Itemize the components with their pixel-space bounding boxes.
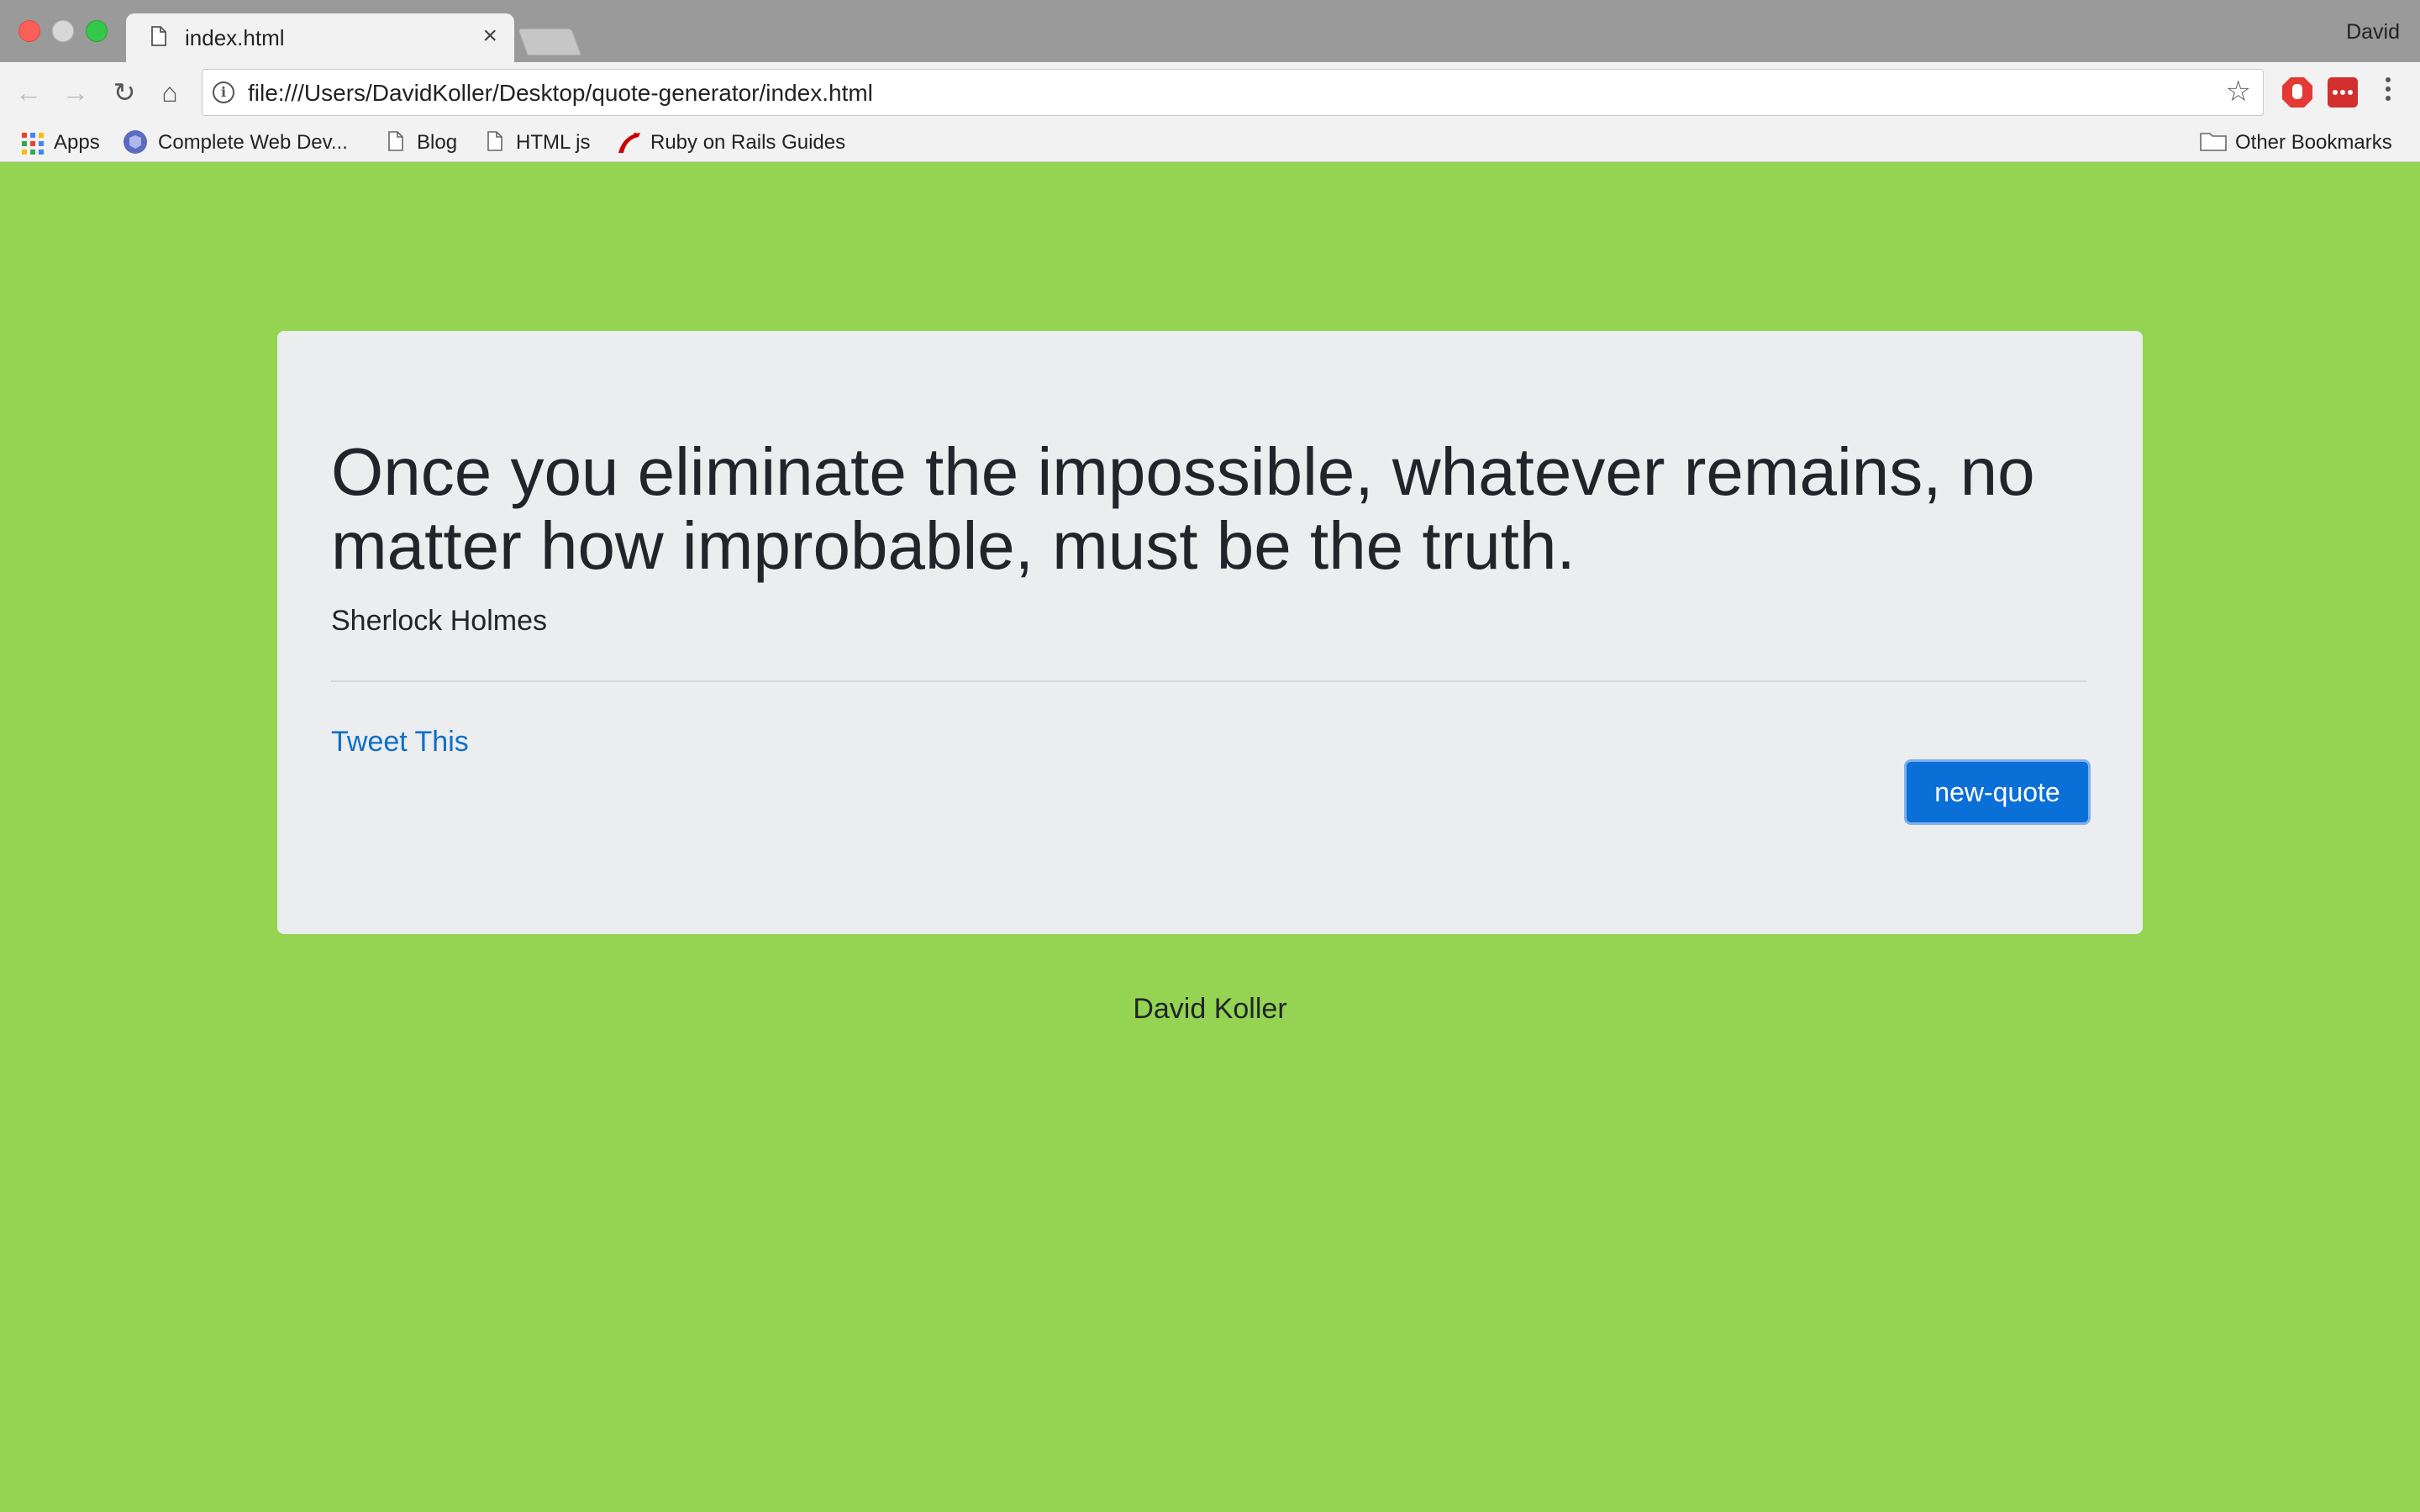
site-info-icon[interactable]: i bbox=[213, 81, 234, 103]
bookmark-label: Blog bbox=[417, 131, 458, 154]
divider bbox=[331, 680, 2087, 682]
quote-card: Once you eliminate the impossible, whate… bbox=[277, 331, 2143, 934]
quote-author: Sherlock Holmes bbox=[331, 605, 547, 637]
browser-titlebar: index.html × David bbox=[0, 0, 2420, 62]
folder-icon bbox=[2200, 133, 2227, 151]
forward-arrow-icon[interactable]: → bbox=[59, 76, 92, 109]
tab-index-html[interactable]: index.html × bbox=[126, 13, 514, 62]
back-arrow-icon[interactable]: ← bbox=[12, 76, 45, 109]
url-text[interactable]: file:///Users/DavidKoller/Desktop/quote-… bbox=[248, 80, 873, 107]
bookmark-label: Ruby on Rails Guides bbox=[650, 131, 846, 154]
reload-icon[interactable]: ↻ bbox=[108, 76, 141, 109]
minimize-window-button[interactable] bbox=[52, 20, 74, 42]
footer-author: David Koller bbox=[1133, 993, 1287, 1025]
bookmark-apps[interactable]: Apps bbox=[22, 126, 106, 156]
bookmark-blog[interactable]: Blog bbox=[388, 126, 464, 156]
browser-toolbar: ← → ↻ ⌂ i file:///Users/DavidKoller/Desk… bbox=[0, 62, 2420, 123]
lastpass-extension-icon[interactable] bbox=[2328, 77, 2358, 108]
bookmark-star-icon[interactable]: ☆ bbox=[2226, 75, 2251, 108]
bookmarks-bar: Apps Complete Web Dev... Blog HTML js Ru… bbox=[0, 123, 2420, 162]
new-quote-button[interactable]: new-quote bbox=[1904, 759, 2091, 825]
bookmark-label: HTML js bbox=[516, 131, 591, 154]
home-icon[interactable]: ⌂ bbox=[153, 76, 187, 109]
tab-title: index.html bbox=[185, 25, 285, 50]
more-menu-icon[interactable] bbox=[2383, 77, 2393, 108]
course-icon bbox=[124, 130, 147, 154]
bookmark-label: Complete Web Dev... bbox=[158, 131, 348, 154]
apps-grid-icon bbox=[22, 133, 44, 155]
page-icon bbox=[388, 131, 403, 151]
address-bar[interactable]: i file:///Users/DavidKoller/Desktop/quot… bbox=[202, 69, 2264, 116]
page-icon bbox=[487, 131, 502, 151]
bookmark-label: Apps bbox=[54, 131, 100, 154]
tweet-this-link[interactable]: Tweet This bbox=[331, 726, 469, 759]
stop-extension-icon[interactable] bbox=[2281, 76, 2314, 109]
new-tab-button[interactable] bbox=[518, 29, 581, 55]
profile-name[interactable]: David bbox=[2346, 20, 2400, 45]
zoom-window-button[interactable] bbox=[86, 20, 108, 42]
document-icon bbox=[151, 26, 166, 46]
close-window-button[interactable] bbox=[18, 20, 40, 42]
other-bookmarks-label: Other Bookmarks bbox=[2235, 131, 2392, 154]
quote-text: Once you eliminate the impossible, whate… bbox=[331, 434, 2035, 583]
rails-icon bbox=[618, 133, 640, 153]
bookmark-html-js[interactable]: HTML js bbox=[487, 126, 597, 156]
other-bookmarks[interactable]: Other Bookmarks bbox=[2200, 126, 2410, 156]
tab-close-icon[interactable]: × bbox=[482, 22, 497, 50]
bookmark-ruby-on-rails-guides[interactable]: Ruby on Rails Guides bbox=[617, 126, 869, 156]
bookmark-complete-web-dev[interactable]: Complete Web Dev... bbox=[123, 126, 366, 156]
